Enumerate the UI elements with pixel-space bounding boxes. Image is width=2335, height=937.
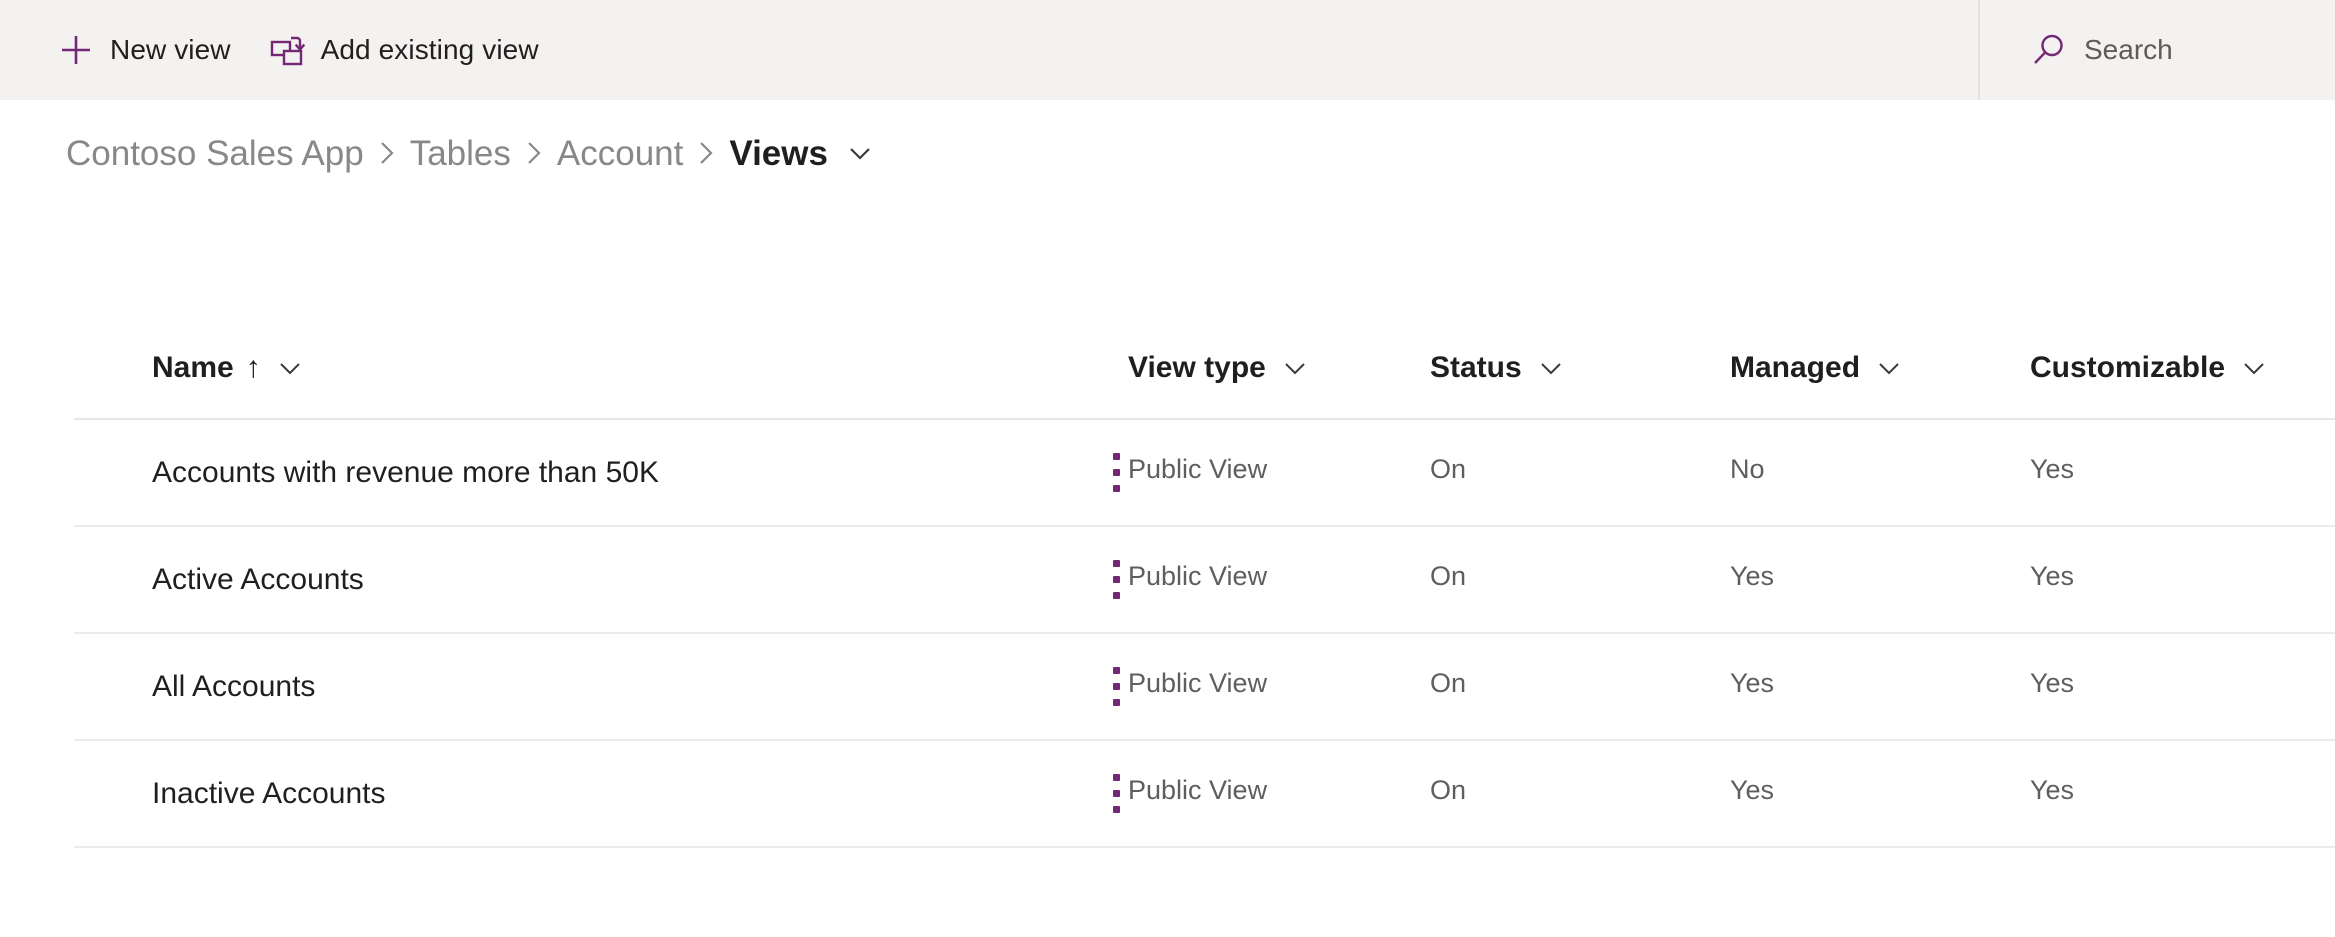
table-row[interactable]: Accounts with revenue more than 50K Publ… xyxy=(74,420,2335,527)
view-name-link[interactable]: Inactive Accounts xyxy=(152,777,385,811)
column-header-managed-label: Managed xyxy=(1730,351,1861,384)
table-row[interactable]: Inactive Accounts Public View On Yes Yes xyxy=(74,741,2335,848)
chevron-down-icon[interactable] xyxy=(271,351,309,385)
chevron-down-icon[interactable] xyxy=(1870,351,1908,385)
new-view-button[interactable]: New view xyxy=(56,0,249,100)
new-view-label: New view xyxy=(110,34,231,65)
cell-status: On xyxy=(1430,561,1467,591)
breadcrumb-item-views[interactable]: Views xyxy=(729,136,828,171)
column-header-customizable[interactable]: Customizable xyxy=(2030,351,2273,385)
search-box[interactable]: Search xyxy=(1978,0,2335,100)
command-bar-actions: New view Add existing view xyxy=(0,0,557,100)
column-header-customizable-label: Customizable xyxy=(2030,351,2226,384)
column-header-view-type[interactable]: View type xyxy=(1128,351,1314,385)
column-header-status[interactable]: Status xyxy=(1430,351,1570,385)
view-name-link[interactable]: All Accounts xyxy=(152,670,315,704)
cell-managed: Yes xyxy=(1730,775,1775,805)
chevron-right-icon xyxy=(683,133,729,173)
add-existing-view-button[interactable]: Add existing view xyxy=(249,0,557,100)
cell-view-type: Public View xyxy=(1128,775,1268,805)
cell-status: On xyxy=(1430,454,1467,484)
table-row[interactable]: Active Accounts Public View On Yes Yes xyxy=(74,527,2335,634)
cell-view-type: Public View xyxy=(1128,668,1268,698)
add-existing-view-label: Add existing view xyxy=(320,34,539,65)
column-header-managed[interactable]: Managed xyxy=(1730,351,1908,385)
breadcrumb-item-app[interactable]: Contoso Sales App xyxy=(66,136,364,171)
chevron-down-icon[interactable] xyxy=(1276,351,1314,385)
chevron-down-icon[interactable] xyxy=(838,133,882,173)
column-header-name[interactable]: Name ↑ xyxy=(152,351,309,385)
cell-managed: Yes xyxy=(1730,561,1775,591)
breadcrumb: Contoso Sales App Tables Account Views xyxy=(66,122,882,184)
grid-header-row: Name ↑ View type Status Managed Customiz… xyxy=(74,318,2335,420)
table-row[interactable]: All Accounts Public View On Yes Yes xyxy=(74,634,2335,741)
search-input[interactable]: Search xyxy=(2084,34,2173,66)
chevron-down-icon[interactable] xyxy=(2235,351,2273,385)
chevron-right-icon xyxy=(511,133,557,173)
column-header-view-type-label: View type xyxy=(1128,351,1266,384)
breadcrumb-item-account[interactable]: Account xyxy=(557,136,683,171)
chevron-right-icon xyxy=(364,133,410,173)
plus-icon xyxy=(56,30,96,70)
view-name-link[interactable]: Accounts with revenue more than 50K xyxy=(152,456,659,490)
cell-customizable: Yes xyxy=(2030,668,2075,698)
sort-ascending-icon: ↑ xyxy=(245,351,261,384)
add-existing-view-icon xyxy=(267,30,307,70)
cell-customizable: Yes xyxy=(2030,775,2075,805)
cell-status: On xyxy=(1430,775,1467,805)
cell-customizable: Yes xyxy=(2030,561,2075,591)
views-grid: Name ↑ View type Status Managed Customiz… xyxy=(0,318,2335,848)
cell-managed: No xyxy=(1730,454,1765,484)
chevron-down-icon[interactable] xyxy=(1532,351,1570,385)
cell-view-type: Public View xyxy=(1128,561,1268,591)
cell-managed: Yes xyxy=(1730,668,1775,698)
cell-view-type: Public View xyxy=(1128,454,1268,484)
view-name-link[interactable]: Active Accounts xyxy=(152,563,364,597)
breadcrumb-item-tables[interactable]: Tables xyxy=(410,136,511,171)
command-bar: New view Add existing view Search xyxy=(0,0,2335,100)
column-header-name-label: Name xyxy=(152,351,234,384)
cell-customizable: Yes xyxy=(2030,454,2075,484)
search-icon xyxy=(2030,31,2068,69)
column-header-status-label: Status xyxy=(1430,351,1522,384)
cell-status: On xyxy=(1430,668,1467,698)
